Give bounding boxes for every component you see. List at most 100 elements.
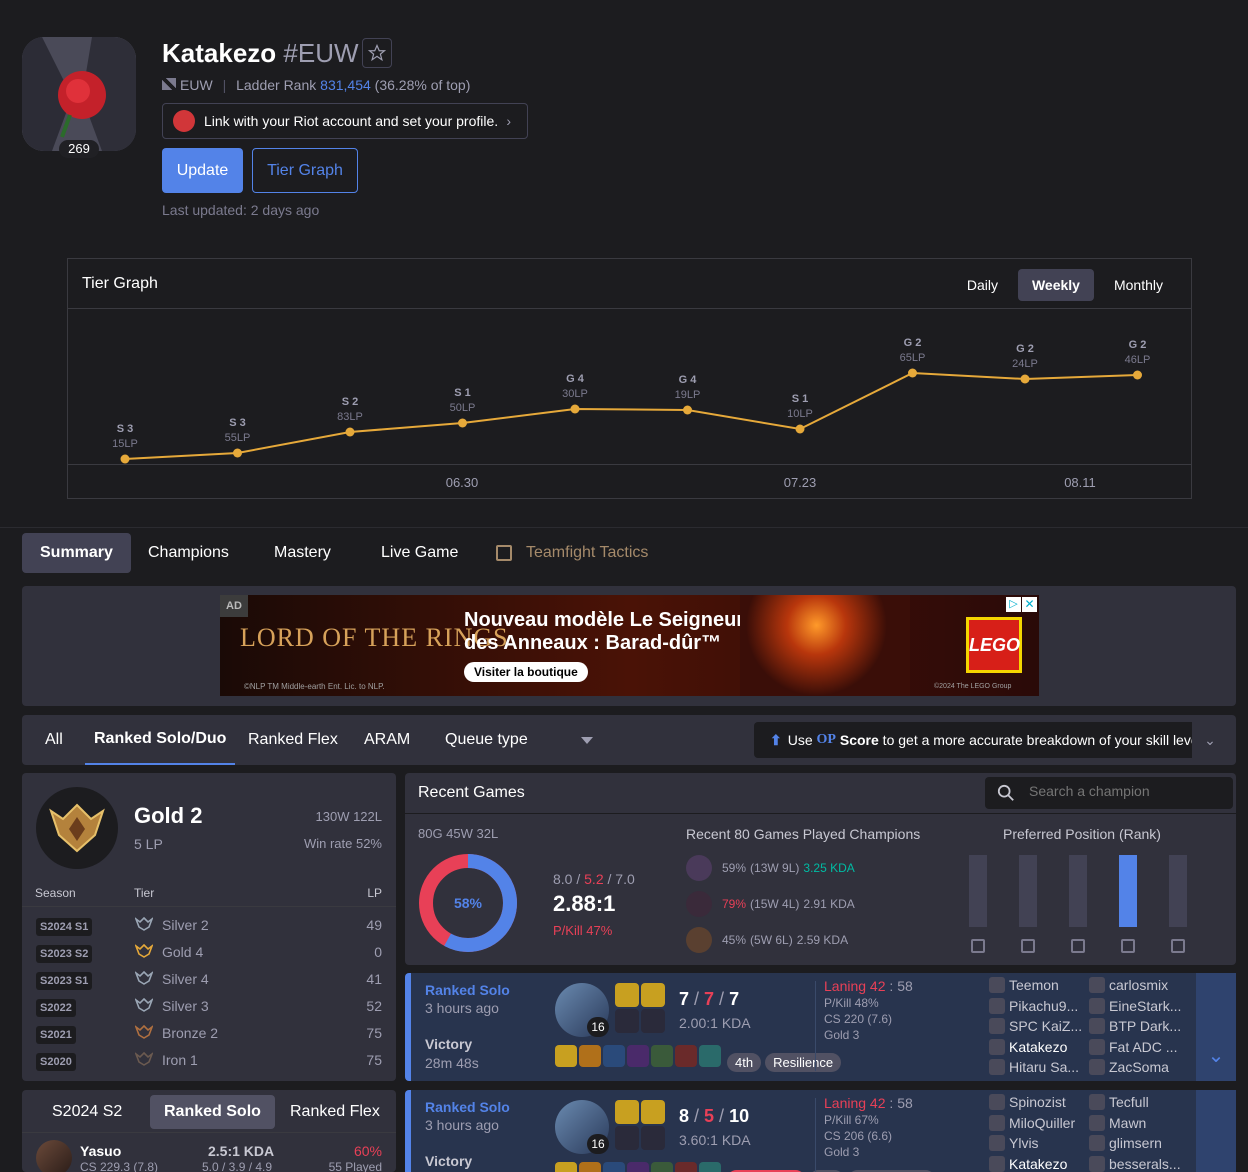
adchoices-icon[interactable]: ▷ bbox=[1006, 597, 1021, 612]
queue-ranked-solo[interactable]: Ranked Solo/Duo bbox=[85, 715, 236, 765]
tier-point[interactable] bbox=[795, 424, 805, 434]
played-champion-icon[interactable] bbox=[686, 891, 712, 917]
update-button[interactable]: Update bbox=[162, 148, 243, 193]
summoner-spell-icon[interactable] bbox=[641, 1100, 665, 1124]
item-icon[interactable] bbox=[651, 1162, 673, 1172]
avg-deaths: 5.2 bbox=[584, 871, 604, 887]
played-champion-icon[interactable] bbox=[686, 855, 712, 881]
participant-name: ZacSoma bbox=[1109, 1059, 1169, 1075]
tier-point[interactable] bbox=[345, 427, 355, 437]
participant[interactable]: glimsern bbox=[1089, 1135, 1162, 1151]
participant-champion-icon bbox=[989, 1038, 1005, 1055]
participant[interactable]: Katakezo bbox=[989, 1038, 1067, 1055]
match-queue: Ranked Solo bbox=[425, 982, 510, 998]
tab-summary[interactable]: Summary bbox=[22, 533, 131, 573]
item-icon[interactable] bbox=[603, 1162, 625, 1172]
ad-banner[interactable]: AD LORD OF THE RINGS Nouveau modèle Le S… bbox=[220, 595, 1039, 696]
item-icon[interactable] bbox=[627, 1045, 649, 1067]
match-card[interactable]: Ranked Solo 3 hours ago Victory 16 8 / 5 / 1… bbox=[405, 1090, 1236, 1172]
participant[interactable]: Spinozist bbox=[989, 1094, 1066, 1110]
champ-winrate: 59% bbox=[722, 861, 747, 875]
participant[interactable]: Pikachu9... bbox=[989, 997, 1078, 1014]
tier-point[interactable] bbox=[233, 448, 242, 458]
tier-point[interactable] bbox=[1133, 370, 1142, 380]
tier-graph-button[interactable]: Tier Graph bbox=[252, 148, 358, 193]
tab-tft[interactable]: Teamfight Tactics bbox=[478, 533, 666, 573]
op-score-banner[interactable]: ⬆ Use OP Score to get a more accurate br… bbox=[754, 722, 1228, 758]
participant[interactable]: EineStark... bbox=[1089, 997, 1181, 1014]
arrow-up-icon: ⬆ bbox=[770, 731, 782, 748]
queue-type-select[interactable]: Queue type bbox=[445, 715, 593, 765]
item-icon[interactable] bbox=[675, 1045, 697, 1067]
rune-icon[interactable] bbox=[615, 1126, 639, 1150]
champ-name[interactable]: Yasuo bbox=[80, 1143, 121, 1159]
match-rank: Gold 3 bbox=[824, 1028, 860, 1042]
participant[interactable]: Teemon bbox=[989, 977, 1059, 993]
queue-all[interactable]: All bbox=[45, 715, 63, 765]
item-icon[interactable] bbox=[651, 1045, 673, 1067]
rune-icon[interactable] bbox=[641, 1126, 665, 1150]
participant[interactable]: BTP Dark... bbox=[1089, 1018, 1181, 1034]
riot-link-button[interactable]: Link with your Riot account and set your… bbox=[162, 103, 528, 139]
ad-close-icon[interactable]: ✕ bbox=[1022, 597, 1037, 612]
item-icon[interactable] bbox=[699, 1162, 721, 1172]
champ-tab-season[interactable]: S2024 S2 bbox=[52, 1103, 122, 1121]
chevron-down-icon[interactable]: ⌄ bbox=[1192, 722, 1228, 758]
tier-point[interactable] bbox=[683, 405, 692, 415]
participant[interactable]: ZacSoma bbox=[1089, 1059, 1169, 1075]
tab-live-game[interactable]: Live Game bbox=[363, 533, 476, 573]
tier-point[interactable] bbox=[570, 404, 580, 414]
favorite-star-button[interactable] bbox=[362, 38, 392, 68]
item-icon[interactable] bbox=[699, 1045, 721, 1067]
participant[interactable]: Mawn bbox=[1089, 1114, 1146, 1131]
rune-icon[interactable] bbox=[615, 1009, 639, 1033]
champion-search[interactable] bbox=[985, 777, 1233, 809]
tier-graph-chart: S 3 15LP S 3 55LP S 2 83LP S 1 50LP G 4 30LP G 4 19… bbox=[112, 337, 1150, 490]
tier-point-tier: G 4 bbox=[566, 373, 585, 385]
tab-weekly[interactable]: Weekly bbox=[1017, 269, 1094, 301]
summoner-spell-icon[interactable] bbox=[641, 983, 665, 1007]
queue-ranked-flex[interactable]: Ranked Flex bbox=[248, 715, 338, 765]
tier-point[interactable] bbox=[1020, 374, 1030, 384]
summoner-spell-icon[interactable] bbox=[615, 983, 639, 1007]
item-icon[interactable] bbox=[603, 1045, 625, 1067]
participant[interactable]: carlosmix bbox=[1089, 977, 1168, 993]
expand-match-button[interactable]: ⌄ bbox=[1196, 1090, 1236, 1172]
item-icon[interactable] bbox=[555, 1162, 577, 1172]
item-icon[interactable] bbox=[579, 1162, 601, 1172]
summoner-spell-icon[interactable] bbox=[615, 1100, 639, 1124]
tier-point[interactable] bbox=[458, 418, 467, 428]
tab-monthly[interactable]: Monthly bbox=[1100, 269, 1177, 301]
ladder-rank-link[interactable]: 831,454 bbox=[320, 77, 371, 93]
participant[interactable]: Fat ADC ... bbox=[1089, 1038, 1177, 1055]
item-icon[interactable] bbox=[627, 1162, 649, 1172]
tier-point-lp: 30LP bbox=[562, 388, 588, 400]
champ-tab-ranked-solo[interactable]: Ranked Solo bbox=[150, 1095, 275, 1129]
participant[interactable]: Katakezo bbox=[989, 1155, 1067, 1172]
queue-aram[interactable]: ARAM bbox=[364, 715, 410, 765]
played-champion-icon[interactable] bbox=[686, 927, 712, 953]
ad-cta-button[interactable]: Visiter la boutique bbox=[464, 662, 588, 682]
item-icon[interactable] bbox=[579, 1045, 601, 1067]
item-icon[interactable] bbox=[555, 1045, 577, 1067]
participant[interactable]: SPC KaiZ... bbox=[989, 1018, 1082, 1034]
tab-champions[interactable]: Champions bbox=[130, 533, 247, 573]
support-icon bbox=[1171, 939, 1185, 953]
champ-tab-ranked-flex[interactable]: Ranked Flex bbox=[290, 1103, 380, 1121]
participant[interactable]: MiloQuiller bbox=[989, 1114, 1075, 1131]
expand-match-button[interactable]: ⌄ bbox=[1196, 973, 1236, 1081]
participant[interactable]: Ylvis bbox=[989, 1135, 1039, 1151]
search-input[interactable] bbox=[1029, 783, 1219, 799]
item-icon[interactable] bbox=[675, 1162, 697, 1172]
tier-point[interactable] bbox=[908, 368, 917, 378]
match-card[interactable]: Ranked Solo 3 hours ago Victory 28m 48s 16 7 … bbox=[405, 973, 1236, 1081]
tab-daily[interactable]: Daily bbox=[953, 269, 1012, 301]
champion-portrait[interactable] bbox=[36, 1140, 72, 1172]
tab-mastery[interactable]: Mastery bbox=[256, 533, 349, 573]
participant[interactable]: besserals... bbox=[1089, 1155, 1181, 1172]
tier-point[interactable] bbox=[120, 454, 130, 464]
season-lp: 49 bbox=[366, 917, 382, 933]
participant[interactable]: Tecfull bbox=[1089, 1094, 1149, 1110]
rune-icon[interactable] bbox=[641, 1009, 665, 1033]
participant[interactable]: Hitaru Sa... bbox=[989, 1059, 1079, 1075]
